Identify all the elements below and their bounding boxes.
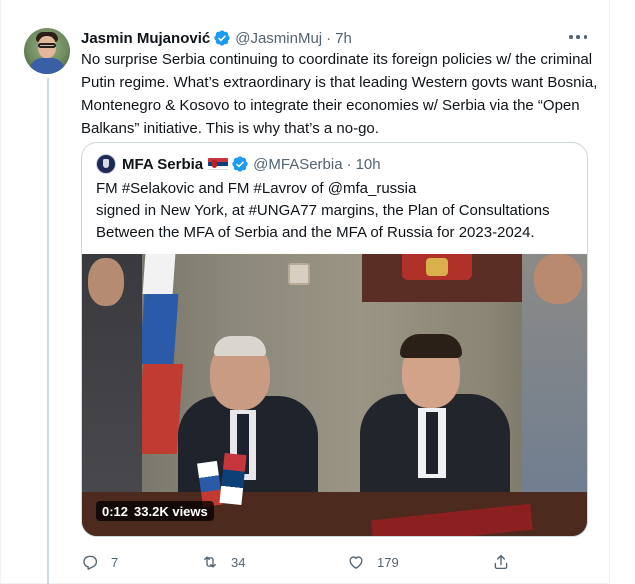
video-frame-coat-of-arms [402, 254, 472, 280]
video-frame-flag [142, 254, 176, 294]
quoted-author-avatar[interactable] [96, 154, 116, 174]
reply-icon [83, 555, 98, 570]
quoted-text-line: FM #Selakovic and FM #Lavrov of @mfa_rus… [96, 180, 417, 197]
video-frame-flag [139, 294, 179, 364]
verified-badge-icon [214, 30, 230, 46]
serbian-flag-icon [208, 157, 229, 171]
retweet-button[interactable]: 34 [201, 552, 245, 572]
video-frame-person [400, 334, 462, 358]
author-handle[interactable]: @JasminMuj [235, 30, 322, 47]
avatar-glasses [38, 43, 56, 48]
video-frame-person [88, 258, 124, 306]
quoted-tweet-text: FM #Selakovic and FM #Lavrov of @mfa_rus… [96, 178, 576, 244]
author-name[interactable]: Jasmin Mujanović [81, 30, 210, 47]
thread-line [47, 78, 49, 584]
timeline-border-right [609, 0, 610, 584]
quoted-text-line: Between the MFA of Serbia and the MFA of… [96, 224, 535, 241]
timeline-border-left [0, 0, 1, 584]
tweet-timestamp[interactable]: 7h [335, 30, 352, 47]
quoted-author-handle[interactable]: @MFASerbia [253, 156, 342, 173]
tweet-header: Jasmin Mujanović @JasminMuj · 7h [81, 28, 352, 48]
verified-badge-icon [232, 156, 248, 172]
reply-count: 7 [111, 554, 119, 570]
video-frame-flag [136, 364, 184, 454]
tweet-actions: 7 34 179 [81, 552, 611, 572]
video-frame-person [426, 412, 438, 474]
retweet-icon [204, 556, 216, 568]
video-frame-wall-outlet [288, 263, 310, 285]
quoted-text-line: signed in New York, at #UNGA77 margins, … [96, 202, 550, 219]
like-button[interactable]: 179 [347, 552, 399, 572]
more-dot [569, 35, 573, 39]
video-duration-views-badge: 0:12 33.2K views [96, 501, 214, 521]
more-dot [576, 35, 580, 39]
tweet-text: No surprise Serbia continuing to coordin… [81, 51, 598, 137]
avatar-shirt [30, 58, 64, 74]
share-icon [494, 554, 508, 570]
video-duration: 0:12 [102, 503, 129, 519]
share-button[interactable] [492, 552, 510, 572]
header-separator: · [326, 29, 332, 47]
heart-icon [349, 556, 363, 569]
more-dot [583, 35, 587, 39]
reply-button[interactable]: 7 [81, 552, 118, 572]
more-options-icon[interactable] [569, 30, 587, 44]
video-frame-person [534, 254, 582, 304]
quoted-author-name[interactable]: MFA Serbia [122, 156, 203, 173]
header-separator: · [346, 155, 352, 173]
video-frame-person [214, 336, 266, 356]
quoted-tweet-header: MFA Serbia @MFASerbia · 10h [96, 154, 381, 174]
quoted-tweet-timestamp[interactable]: 10h [356, 156, 381, 173]
video-views: 33.2K views [134, 503, 208, 519]
author-avatar[interactable] [24, 28, 70, 74]
retweet-count: 34 [231, 554, 246, 570]
like-count: 179 [377, 554, 399, 570]
video-player[interactable]: 0:12 33.2K views [82, 254, 587, 536]
quoted-tweet[interactable]: MFA Serbia @MFASerbia · 10h FM #Selakovi… [81, 142, 588, 537]
